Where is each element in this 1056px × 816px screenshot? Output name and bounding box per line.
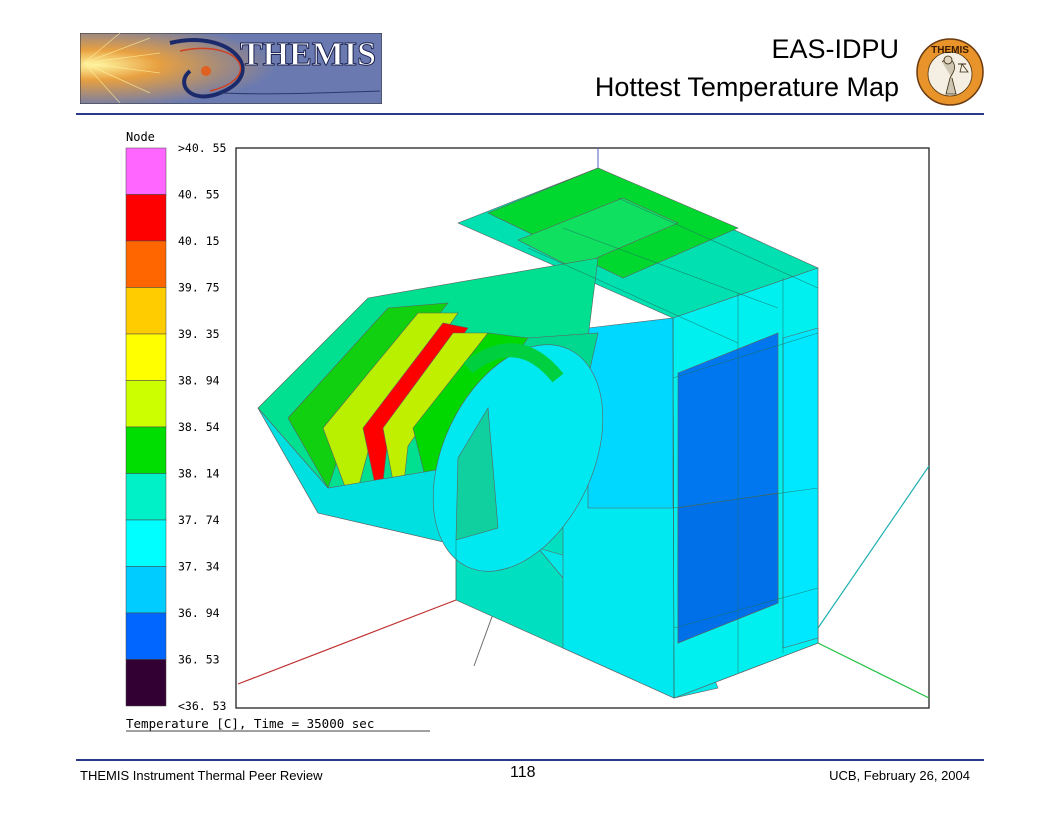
- legend-label: 40. 55: [178, 188, 220, 202]
- legend-swatch: [125, 473, 167, 521]
- legend-title: Node: [126, 130, 155, 144]
- legend-swatch: [125, 380, 167, 428]
- figure-caption: Temperature [C], Time = 35000 sec: [126, 716, 374, 731]
- slide-title-line2: Hottest Temperature Map: [594, 72, 899, 102]
- legend-label: 38. 94: [178, 374, 220, 388]
- color-legend: Node >40. 55 40. 55 40. 15 39. 75 39. 35 38. …: [125, 130, 227, 713]
- themis-seal-logo: THEMIS: [916, 38, 984, 106]
- themis-banner-image: THEMIS: [80, 33, 382, 104]
- legend-label: <36. 53: [178, 699, 227, 713]
- seal-text: THEMIS: [931, 45, 969, 56]
- legend-label: 38. 54: [178, 420, 220, 434]
- legend-label: 40. 15: [178, 234, 220, 248]
- legend-label: 38. 14: [178, 467, 220, 481]
- header-rule: [76, 113, 984, 115]
- legend-label: 39. 35: [178, 327, 220, 341]
- legend-swatch: [125, 240, 167, 288]
- legend-label: >40. 55: [178, 141, 226, 155]
- legend-swatch: [125, 147, 167, 195]
- banner-text: THEMIS: [240, 36, 376, 73]
- legend-swatch: [125, 612, 167, 660]
- footer-rule: [76, 759, 984, 761]
- legend-labels: >40. 55 40. 55 40. 15 39. 75 39. 35 38. 94 38.…: [178, 141, 227, 713]
- temperature-map-figure: Node >40. 55 40. 55 40. 15 39. 75 39. 35 38. …: [125, 130, 930, 732]
- legend-swatch: [125, 566, 167, 614]
- footer-right-text: UCB, February 26, 2004: [829, 768, 970, 783]
- slide-title-line1: EAS-IDPU: [771, 34, 899, 64]
- legend-swatch: [125, 194, 167, 242]
- legend-swatch: [125, 287, 167, 335]
- legend-swatch: [125, 333, 167, 381]
- legend-label: 36. 53: [178, 653, 220, 667]
- footer-left-text: THEMIS Instrument Thermal Peer Review: [80, 768, 323, 783]
- legend-swatches: [125, 147, 167, 707]
- legend-swatch: [125, 519, 167, 567]
- legend-label: 36. 94: [178, 606, 220, 620]
- legend-swatch: [125, 659, 167, 707]
- legend-label: 37. 34: [178, 560, 220, 574]
- legend-label: 37. 74: [178, 513, 220, 527]
- legend-swatch: [125, 426, 167, 474]
- legend-label: 39. 75: [178, 281, 220, 295]
- page-number: 118: [510, 764, 536, 781]
